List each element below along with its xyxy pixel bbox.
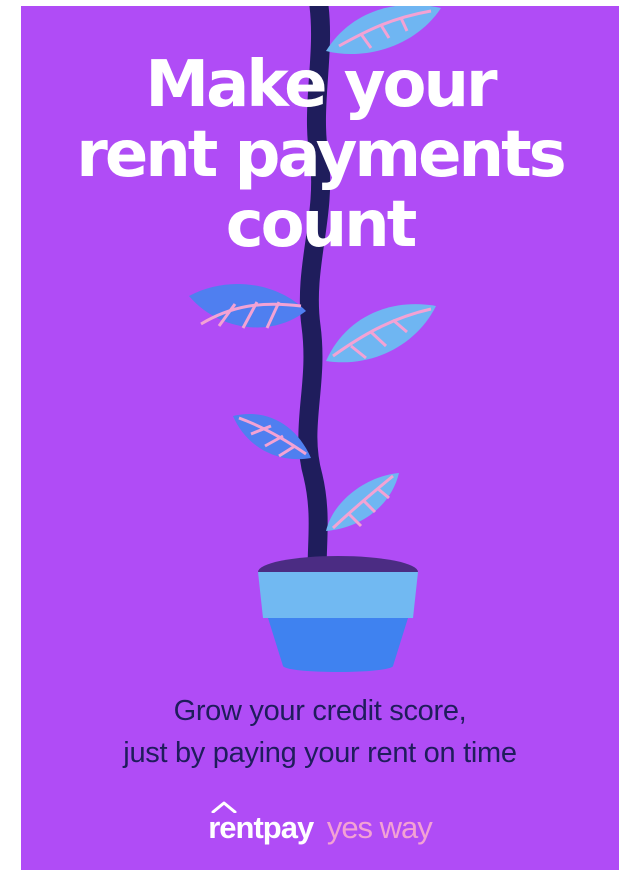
tagline: Grow your credit score, just by paying y… [21,690,619,774]
headline: Make your rent payments count [21,50,619,260]
headline-line-1: Make your [145,48,497,122]
rent-poster: Make your rent payments count Grow your … [21,6,619,870]
house-roof-icon [211,801,237,813]
leaf-mid-right [326,304,436,363]
brand-primary: rentpay [208,801,321,845]
brand-secondary-text: yes way [326,810,433,845]
pot-rim [258,572,418,618]
flower-pot [258,556,418,672]
headline-line-3: count [225,188,418,262]
brand-primary-text: rentpay [208,810,314,845]
brand-logo: rentpay yes way [21,801,619,848]
leaf-upper-left [189,284,306,329]
pot-body [268,618,408,672]
tagline-line-2: just by paying your rent on time [123,737,517,769]
tagline-line-1: Grow your credit score, [173,695,467,727]
leaf-top-right [326,6,441,54]
headline-line-2: rent payments [76,118,567,192]
leaf-bottom-right [326,473,399,531]
